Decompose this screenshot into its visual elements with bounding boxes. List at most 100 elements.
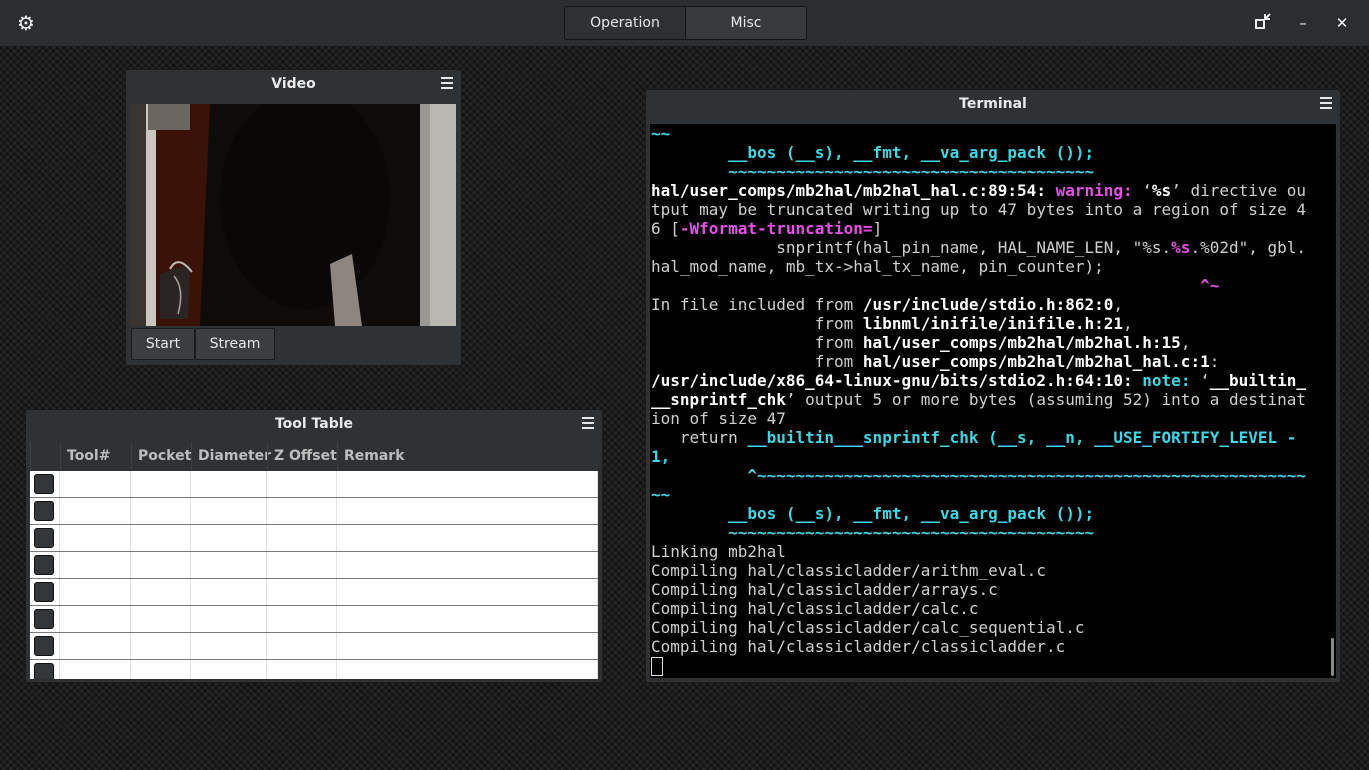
table-row[interactable] [30,660,598,679]
column-header-diameter[interactable]: Diameter [191,442,271,470]
table-row[interactable] [30,606,598,633]
table-cell[interactable] [337,606,598,632]
terminal-text: ^~~~~~~~~~~~~~~~~~~~~~~~~~~~~~~~~~~~~~~~… [651,466,1307,485]
row-checkbox[interactable] [34,663,54,679]
video-image [130,104,456,326]
table-cell[interactable] [60,471,131,497]
terminal-text: Compiling hal/classicladder/arithm_eval.… [651,561,1046,580]
video-title: Video [271,76,316,92]
table-cell[interactable] [337,579,598,605]
minimize-button[interactable]: – [1292,12,1314,34]
table-cell[interactable] [267,606,337,632]
terminal-text: %s [1171,238,1191,257]
tool-table-body [30,471,598,679]
table-cell[interactable] [191,606,267,632]
terminal-text: __bos (__s), __fmt, __va_arg_pack ()); [728,143,1095,162]
tool-table-menu-icon[interactable] [582,417,594,431]
terminal-line: Compiling hal/classicladder/calc_sequent… [650,618,1336,637]
terminal-line: return __builtin___snprintf_chk (__s, __… [650,428,1336,447]
table-cell[interactable] [267,633,337,659]
table-cell[interactable] [131,552,191,578]
row-checkbox[interactable] [34,555,54,575]
table-cell[interactable] [337,525,598,551]
table-cell[interactable] [337,471,598,497]
terminal-panel-title: Terminal [646,90,1340,118]
terminal-text: Linking mb2hal [651,542,786,561]
table-row[interactable] [30,633,598,660]
terminal-line: In file included from /usr/include/stdio… [650,295,1336,314]
start-button[interactable]: Start [131,328,195,360]
table-row[interactable] [30,552,598,579]
row-checkbox[interactable] [34,582,54,602]
terminal-text: ~~ [651,485,671,504]
table-cell[interactable] [267,471,337,497]
terminal-line: tput may be truncated writing up to 47 b… [650,200,1336,219]
restore-icon[interactable] [1252,12,1274,34]
column-header-remark[interactable]: Remark [337,442,598,470]
table-cell[interactable] [131,660,191,679]
table-cell[interactable] [191,498,267,524]
terminal-lines: ~~ __bos (__s), __fmt, __va_arg_pack ())… [650,124,1336,656]
table-cell[interactable] [60,606,131,632]
terminal-text: ] [872,219,883,238]
row-checkbox[interactable] [34,501,54,521]
terminal-scrollbar[interactable] [1331,638,1334,676]
tab-misc[interactable]: Misc [685,7,806,39]
table-cell[interactable] [60,633,131,659]
table-row[interactable] [30,525,598,552]
table-cell[interactable] [131,525,191,551]
table-cell[interactable] [131,633,191,659]
terminal-text: tput may be truncated writing up to 47 b… [651,200,1307,219]
close-button[interactable]: ✕ [1331,12,1353,34]
table-cell[interactable] [267,660,337,679]
table-row[interactable] [30,498,598,525]
row-checkbox[interactable] [34,609,54,629]
table-cell[interactable] [267,498,337,524]
table-cell[interactable] [337,633,598,659]
column-header-tool[interactable]: Tool# [60,442,131,470]
terminal-menu-icon[interactable] [1320,97,1332,111]
table-cell[interactable] [131,498,191,524]
table-cell[interactable] [191,552,267,578]
table-cell[interactable] [60,552,131,578]
table-cell[interactable] [191,579,267,605]
column-header-pocket[interactable]: Pocket [131,442,191,470]
terminal-output[interactable]: ~~ __bos (__s), __fmt, __va_arg_pack ())… [650,124,1336,678]
terminal-text: __builtin_ [1209,371,1307,390]
table-cell[interactable] [131,579,191,605]
table-row[interactable] [30,471,598,498]
table-cell[interactable] [267,579,337,605]
table-cell[interactable] [267,552,337,578]
table-cell[interactable] [337,660,598,679]
terminal-line: __bos (__s), __fmt, __va_arg_pack ()); [650,504,1336,523]
table-cell[interactable] [191,525,267,551]
terminal-line: 1, [650,447,1336,466]
table-cell[interactable] [131,471,191,497]
terminal-text: /usr/include/x86_64-linux-gnu/bits/stdio… [651,371,1143,390]
table-cell[interactable] [191,660,267,679]
row-checkbox[interactable] [34,528,54,548]
column-header-z-offset[interactable]: Z Offset [267,442,337,470]
table-row[interactable] [30,579,598,606]
terminal-text: __builtin___snprintf_chk (__s, __n, __US… [747,428,1297,447]
tab-operation[interactable]: Operation [565,7,685,39]
table-cell[interactable] [60,525,131,551]
terminal-text: hal/user_comps/mb2hal/mb2hal_hal.c:1 [862,352,1210,371]
table-cell[interactable] [337,498,598,524]
row-checkbox[interactable] [34,636,54,656]
stream-button[interactable]: Stream [195,328,275,360]
gear-icon[interactable]: ⚙ [14,11,38,35]
table-cell[interactable] [191,471,267,497]
terminal-text: Compiling hal/classicladder/arrays.c [651,580,998,599]
table-cell[interactable] [131,606,191,632]
table-cell[interactable] [60,579,131,605]
row-checkbox[interactable] [34,474,54,494]
table-cell[interactable] [60,498,131,524]
table-cell[interactable] [191,633,267,659]
video-menu-icon[interactable] [441,77,453,91]
terminal-text: %s [1151,181,1172,200]
table-cell[interactable] [337,552,598,578]
table-cell[interactable] [60,660,131,679]
column-header-select[interactable] [30,442,60,470]
table-cell[interactable] [267,525,337,551]
